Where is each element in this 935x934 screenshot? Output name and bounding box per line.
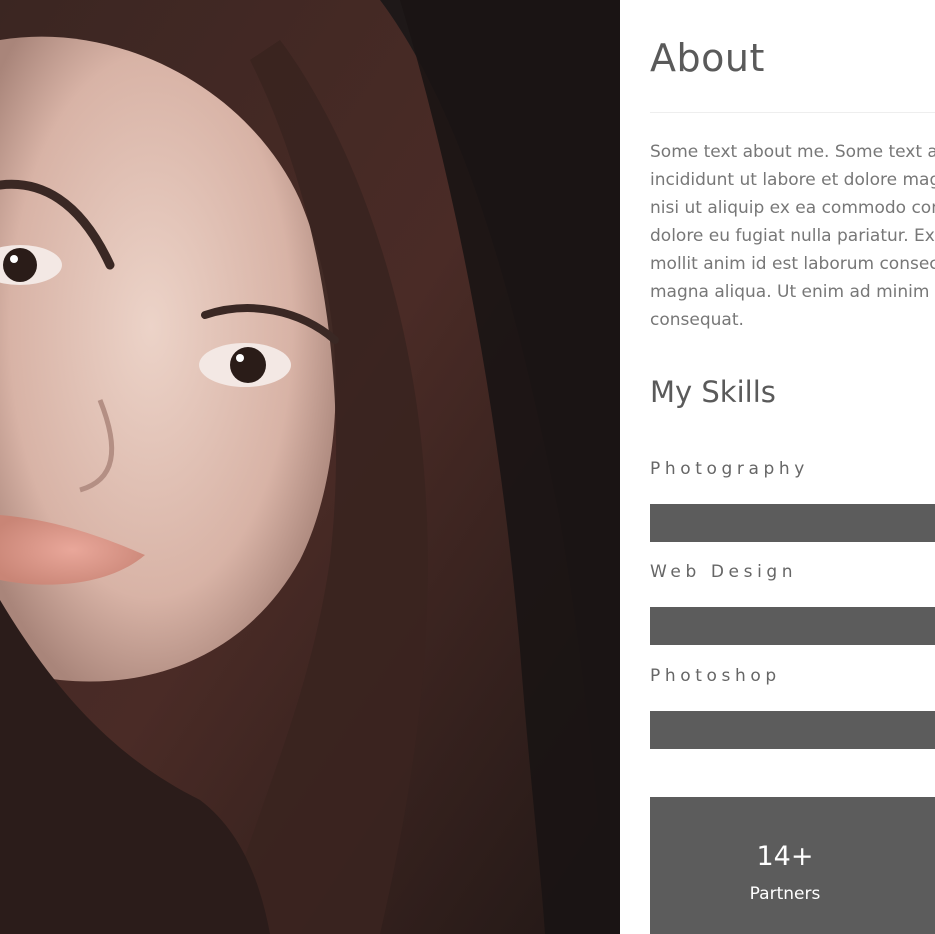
about-title: About: [650, 36, 765, 80]
skill-label-photoshop: Photoshop: [650, 666, 781, 686]
portrait-photo: [0, 0, 620, 934]
stat-number: 14+: [756, 841, 814, 872]
about-text-line: nisi ut aliquip ex ea commodo consequat.…: [650, 198, 935, 218]
skill-bar-photography: [650, 504, 935, 542]
skill-bar-web-design: [650, 607, 935, 645]
skill-fill: [650, 711, 935, 749]
about-text-line: consequat.: [650, 310, 744, 330]
divider: [650, 112, 935, 113]
skill-label-web-design: Web Design: [650, 562, 798, 582]
skill-fill: [650, 504, 935, 542]
about-text-line: incididunt ut labore et dolore magna ali…: [650, 170, 935, 190]
skill-bar-photoshop: [650, 711, 935, 749]
stat-partners: 14+ Partners: [650, 797, 935, 934]
about-section: About Some text about me. Some text abou…: [650, 0, 935, 934]
about-text: Some text about me. Some text about me. …: [650, 138, 935, 334]
about-text-line: magna aliqua. Ut enim ad minim veniam, q…: [650, 282, 935, 302]
skills-title: My Skills: [650, 375, 776, 409]
about-text-line: dolore eu fugiat nulla pariatur. Excepte…: [650, 226, 935, 246]
portrait-image: [0, 0, 620, 934]
about-text-line: Some text about me. Some text about me. …: [650, 142, 935, 162]
skill-label-photography: Photography: [650, 459, 809, 479]
stat-label: Partners: [749, 884, 821, 904]
about-text-line: mollit anim id est laborum consectetur a…: [650, 254, 935, 274]
skill-fill: [650, 607, 935, 645]
